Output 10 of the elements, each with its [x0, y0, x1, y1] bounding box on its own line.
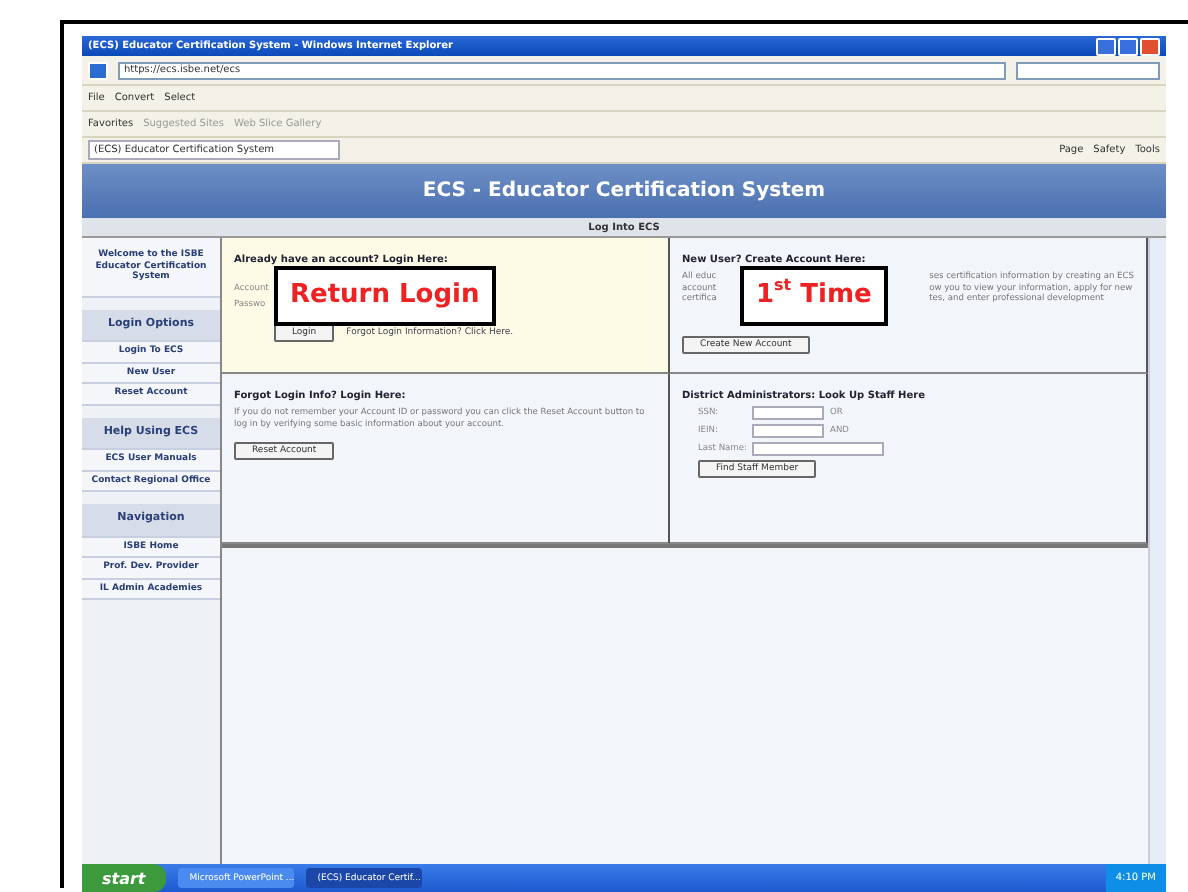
scrollbar[interactable] [1148, 238, 1166, 864]
text-field[interactable] [752, 424, 824, 438]
start-button[interactable]: start [82, 864, 166, 892]
callout-label: 1$^{st}$ Time [740, 266, 888, 326]
callout-label: Return Login [274, 266, 496, 326]
text-field[interactable] [752, 406, 824, 420]
site-title: ECS - Educator Certification System [422, 180, 826, 202]
search-field[interactable] [1016, 61, 1160, 79]
text-field[interactable] [752, 442, 884, 456]
close-button[interactable] [1140, 37, 1160, 55]
